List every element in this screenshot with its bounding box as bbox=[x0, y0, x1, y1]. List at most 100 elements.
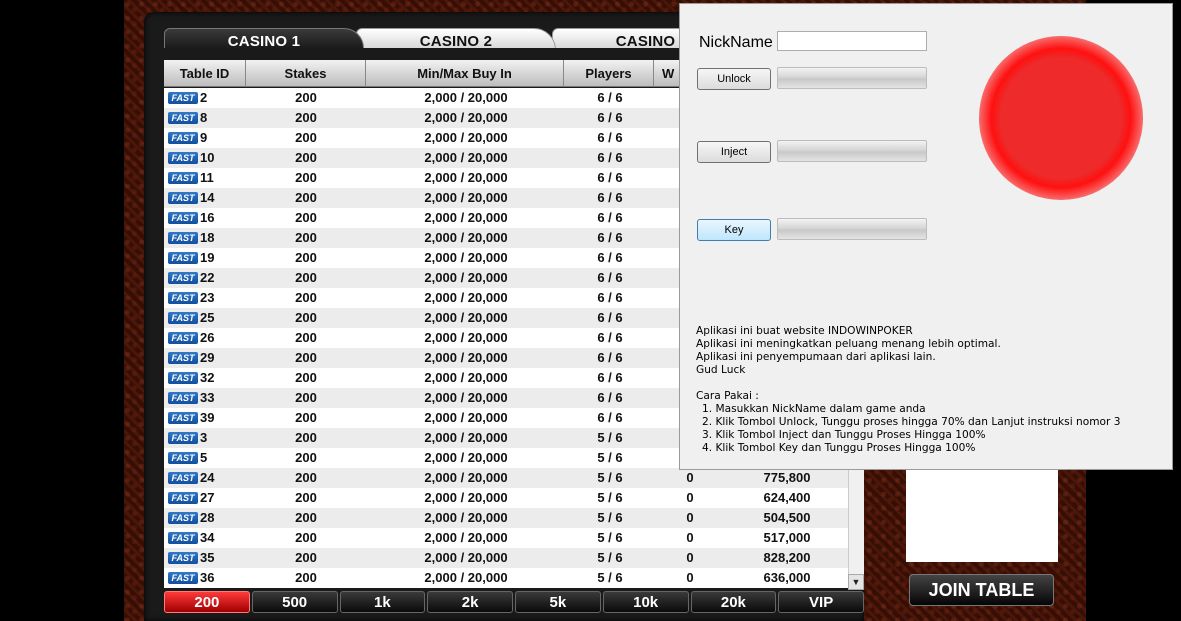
table-id-cell: FAST 39 bbox=[164, 408, 246, 428]
howto-step: 1. Masukkan NickName dalam game anda bbox=[702, 403, 926, 415]
table-id-text: 2 bbox=[200, 90, 208, 105]
players-cell: 5 / 6 bbox=[597, 430, 623, 445]
inject-button[interactable]: Inject bbox=[697, 141, 771, 163]
table-id-text: 35 bbox=[200, 550, 215, 565]
stakes-cell: 200 bbox=[295, 330, 317, 345]
table-row[interactable]: FAST 27 200 2,000 / 20,000 5 / 6 0 624,400 bbox=[164, 488, 848, 508]
buyin-cell: 2,000 / 20,000 bbox=[424, 250, 508, 265]
stakes-cell: 200 bbox=[295, 130, 317, 145]
pot-cell: 517,000 bbox=[763, 530, 811, 545]
table-id-text: 34 bbox=[200, 530, 215, 545]
stakes-cell: 200 bbox=[295, 90, 317, 105]
fast-badge: FAST bbox=[168, 232, 198, 244]
stake-filter-5k[interactable]: 5k bbox=[515, 591, 601, 613]
buyin-cell: 2,000 / 20,000 bbox=[424, 150, 508, 165]
players-cell: 5 / 6 bbox=[597, 510, 623, 525]
players-cell: 6 / 6 bbox=[597, 390, 623, 405]
column-header-buyin[interactable]: Min/Max Buy In bbox=[366, 60, 564, 87]
players-cell: 6 / 6 bbox=[597, 290, 623, 305]
table-row[interactable]: FAST 36 200 2,000 / 20,000 5 / 6 0 636,000 bbox=[164, 568, 848, 588]
table-id-cell: FAST 29 bbox=[164, 348, 246, 368]
table-row[interactable]: FAST 34 200 2,000 / 20,000 5 / 6 0 517,000 bbox=[164, 528, 848, 548]
fast-badge: FAST bbox=[168, 112, 198, 124]
stakes-cell: 200 bbox=[295, 250, 317, 265]
buyin-cell: 2,000 / 20,000 bbox=[424, 450, 508, 465]
info-line: Aplikasi ini penyempumaan dari aplikasi … bbox=[696, 351, 936, 363]
buyin-cell: 2,000 / 20,000 bbox=[424, 470, 508, 485]
howto-step: 4. Klik Tombol Key dan Tunggu Proses Hin… bbox=[702, 442, 976, 454]
fast-badge: FAST bbox=[168, 212, 198, 224]
fast-badge: FAST bbox=[168, 552, 198, 564]
fast-badge: FAST bbox=[168, 252, 198, 264]
players-cell: 5 / 6 bbox=[597, 550, 623, 565]
fast-badge: FAST bbox=[168, 492, 198, 504]
table-id-cell: FAST 3 bbox=[164, 428, 246, 448]
buyin-cell: 2,000 / 20,000 bbox=[424, 510, 508, 525]
players-cell: 6 / 6 bbox=[597, 190, 623, 205]
table-id-cell: FAST 28 bbox=[164, 508, 246, 528]
table-row[interactable]: FAST 35 200 2,000 / 20,000 5 / 6 0 828,200 bbox=[164, 548, 848, 568]
pot-cell: 828,200 bbox=[763, 550, 811, 565]
players-cell: 6 / 6 bbox=[597, 250, 623, 265]
stake-filter-20k[interactable]: 20k bbox=[690, 591, 777, 613]
fast-badge: FAST bbox=[168, 512, 198, 524]
nickname-input[interactable] bbox=[777, 31, 927, 51]
info-line: Aplikasi ini buat website INDOWINPOKER bbox=[696, 325, 913, 337]
table-row[interactable]: FAST 24 200 2,000 / 20,000 5 / 6 0 775,800 bbox=[164, 468, 848, 488]
stakes-cell: 200 bbox=[295, 270, 317, 285]
table-id-text: 27 bbox=[200, 490, 215, 505]
table-id-cell: FAST 36 bbox=[164, 568, 246, 588]
stake-filter-1k[interactable]: 1k bbox=[339, 591, 426, 613]
table-id-cell: FAST 2 bbox=[164, 88, 246, 108]
fast-badge: FAST bbox=[168, 392, 198, 404]
pot-cell: 504,500 bbox=[763, 510, 811, 525]
key-button[interactable]: Key bbox=[697, 219, 771, 241]
table-id-text: 14 bbox=[200, 190, 215, 205]
stakes-cell: 200 bbox=[295, 570, 317, 585]
players-cell: 5 / 6 bbox=[597, 530, 623, 545]
buyin-cell: 2,000 / 20,000 bbox=[424, 550, 508, 565]
buyin-cell: 2,000 / 20,000 bbox=[424, 410, 508, 425]
fast-badge: FAST bbox=[168, 432, 198, 444]
column-header-players[interactable]: Players bbox=[564, 60, 654, 87]
waiting-cell: 0 bbox=[686, 530, 694, 545]
fast-badge: FAST bbox=[168, 352, 198, 364]
unlock-button[interactable]: Unlock bbox=[697, 68, 771, 90]
howto-title: Cara Pakai : bbox=[696, 390, 759, 402]
players-cell: 5 / 6 bbox=[597, 450, 623, 465]
players-cell: 6 / 6 bbox=[597, 330, 623, 345]
stakes-cell: 200 bbox=[295, 190, 317, 205]
stakes-cell: 200 bbox=[295, 470, 317, 485]
column-header-stakes[interactable]: Stakes bbox=[246, 60, 366, 87]
triangle-down-icon[interactable]: ▼ bbox=[848, 574, 864, 590]
howto-step: 2. Klik Tombol Unlock, Tunggu proses hin… bbox=[702, 416, 1121, 428]
table-id-text: 33 bbox=[200, 390, 215, 405]
table-id-text: 29 bbox=[200, 350, 215, 365]
pot-cell: 775,800 bbox=[763, 470, 811, 485]
buyin-cell: 2,000 / 20,000 bbox=[424, 390, 508, 405]
stakes-cell: 200 bbox=[295, 150, 317, 165]
buyin-cell: 2,000 / 20,000 bbox=[424, 110, 508, 125]
table-id-text: 10 bbox=[200, 150, 215, 165]
join-table-button[interactable]: JOIN TABLE bbox=[909, 574, 1054, 606]
stake-filter-2k[interactable]: 2k bbox=[427, 591, 513, 613]
players-cell: 6 / 6 bbox=[597, 150, 623, 165]
column-header-table-id[interactable]: Table ID bbox=[164, 60, 246, 87]
buyin-cell: 2,000 / 20,000 bbox=[424, 310, 508, 325]
players-cell: 6 / 6 bbox=[597, 370, 623, 385]
players-cell: 6 / 6 bbox=[597, 110, 623, 125]
buyin-cell: 2,000 / 20,000 bbox=[424, 330, 508, 345]
stake-filter-10k[interactable]: 10k bbox=[602, 591, 689, 613]
stake-filter-500[interactable]: 500 bbox=[251, 591, 338, 613]
stake-filter-200[interactable]: 200 bbox=[164, 591, 250, 613]
fast-badge: FAST bbox=[168, 412, 198, 424]
players-cell: 5 / 6 bbox=[597, 490, 623, 505]
stakes-cell: 200 bbox=[295, 350, 317, 365]
buyin-cell: 2,000 / 20,000 bbox=[424, 190, 508, 205]
table-id-text: 3 bbox=[200, 430, 208, 445]
waiting-cell: 0 bbox=[686, 570, 694, 585]
fast-badge: FAST bbox=[168, 92, 198, 104]
table-row[interactable]: FAST 28 200 2,000 / 20,000 5 / 6 0 504,500 bbox=[164, 508, 848, 528]
stake-filter-vip[interactable]: VIP bbox=[778, 591, 864, 613]
status-light-indicator bbox=[979, 36, 1143, 200]
